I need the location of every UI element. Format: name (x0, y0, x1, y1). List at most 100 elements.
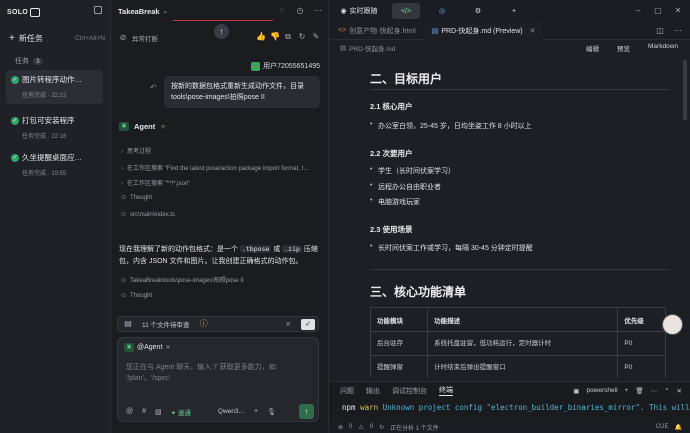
task-status: 任务完成 · 19:55 (22, 171, 67, 177)
file-icon: ⊙ (121, 212, 127, 218)
model-select[interactable]: Qwen3… (218, 408, 245, 415)
check-icon: ✓ (11, 75, 19, 84)
step-file[interactable]: ⊙ src\main\index.ts (121, 211, 326, 218)
task-title: 打包可安装程序 (22, 116, 75, 125)
html-icon: <> (338, 27, 347, 34)
encoding-label[interactable]: CUE (656, 424, 669, 431)
step-search[interactable]: › 在工作区搜索 "Find the latest pose/action pac… (121, 163, 326, 172)
warning-icon[interactable]: ⚠ (358, 424, 363, 431)
task-item[interactable]: ✓ 久坐提醒桌面应… 任务完成 · 19:55 (6, 148, 103, 182)
step-search[interactable]: › 在工作区搜索 "**/*.json" (121, 178, 326, 187)
terminal-panel: 问题 输出 调试控制台 终端 ▣ powershell + 🗑 ⋯ ⌃ ✕ np… (330, 381, 690, 421)
tab-prd-preview[interactable]: ▤ PRD-快起身.md (Preview) ✕ (423, 21, 544, 40)
more-icon[interactable]: ⋯ (651, 387, 658, 395)
terminal-output[interactable]: npm warn Unknown project config "electro… (330, 403, 690, 412)
task-item[interactable]: ✓ 图片转程序动作… 任务完成 · 22:22 (6, 70, 103, 104)
user-line: 用户72055651495 (251, 61, 320, 71)
undo-icon[interactable]: ↶ (150, 83, 157, 92)
step-path[interactable]: ⊙ TakeaBreak\tools\pose-images\拍照pose II (121, 275, 326, 284)
interrupted-row: ⊘ 异常打断 (119, 33, 158, 44)
chat-input[interactable]: ▣ @Agent ✕ 您正在与 Agent 聊天，输入 '/' 获取更多能力，如… (117, 337, 319, 422)
close-icon[interactable]: ✕ (286, 320, 291, 328)
edit-icon[interactable]: ✎ (312, 33, 320, 41)
agent-icon: ▣ (119, 122, 129, 131)
error-count: 0 (349, 424, 353, 430)
code-view-button[interactable]: </> (392, 3, 420, 19)
retry-icon[interactable]: ↻ (298, 33, 306, 41)
pending-review-bar[interactable]: ▤ 11 个文件待审查 ⓘ ✕ ✓ (117, 316, 319, 332)
editor-panel: ◉ 实时跟随 </> ◎ ⚙ + – ▢ ✕ <> 创意产物·快起身.html ▤ P… (330, 0, 690, 433)
status-bar: ⊗ 0 ⚠ 0 ↻ 正在分析 1 个文件 CUE 🔔 (330, 421, 690, 433)
panel-tabs: 问题 输出 调试控制台 终端 ▣ powershell + 🗑 ⋯ ⌃ ✕ (330, 382, 690, 399)
close-icon[interactable]: ✕ (530, 27, 536, 35)
gear-icon[interactable]: ⚙ (464, 3, 492, 19)
step-thinking[interactable]: › 思考过程 (121, 146, 326, 155)
solo-logo: SOLO (7, 6, 41, 18)
chevron-right-icon: › (121, 181, 123, 187)
avatar[interactable] (662, 314, 683, 335)
copy-icon[interactable]: ⧉ (284, 33, 292, 41)
mode-markdown[interactable]: Markdown (648, 43, 678, 53)
sparkle-icon: ✧ (160, 123, 167, 131)
settings-icon[interactable]: ✕ (165, 344, 170, 351)
step-thought[interactable]: ⊙ Thought (121, 292, 326, 299)
more-icon[interactable]: ⋯ (674, 26, 682, 35)
chat-placeholder[interactable]: 您正在与 Agent 聊天，输入 '/' 获取更多能力，如 '/plan'，'/… (126, 362, 311, 384)
history-icon[interactable]: ◷ (296, 7, 304, 15)
sidebar-toggle-icon[interactable] (94, 6, 102, 14)
task-item[interactable]: ✓ 打包可安装程序 任务完成 · 22:16 (6, 111, 103, 145)
chat-icon[interactable]: ◌ (278, 7, 286, 15)
mic-icon[interactable]: 🎙 (267, 408, 276, 416)
new-task-button[interactable]: + 新任务 Ctrl+Alt+N (9, 33, 105, 44)
close-icon[interactable]: ✕ (677, 387, 682, 395)
table-cell: 计时结束后弹出提醒窗口 (427, 355, 619, 378)
maximize-icon[interactable]: ⌃ (664, 387, 669, 395)
minimize-icon[interactable]: – (634, 7, 642, 15)
chevron-down-icon[interactable]: ⌄ (163, 8, 168, 15)
pending-text: 11 个文件待审查 (142, 322, 190, 329)
tab-terminal[interactable]: 终端 (439, 385, 453, 396)
send-button[interactable]: ↑ (299, 404, 314, 419)
table-header: 功能描述 (427, 307, 619, 332)
thumbs-down-icon[interactable]: 👎 (270, 33, 280, 41)
image-icon[interactable]: ▨ (155, 408, 162, 416)
live-follow-button[interactable]: ◉ 实时跟随 (334, 3, 384, 19)
chat-header-actions: ◌ ◷ ⋯ (278, 7, 322, 15)
mode-edit[interactable]: 编辑 (586, 43, 599, 53)
scrollbar[interactable] (683, 60, 687, 120)
heading-features: 三、核心功能清单 (370, 285, 467, 299)
close-icon[interactable]: ✕ (674, 7, 682, 15)
trash-icon[interactable]: 🗑 (635, 387, 643, 395)
error-icon[interactable]: ⊗ (338, 424, 343, 431)
folder-icon: ⊙ (121, 278, 127, 284)
project-title[interactable]: TakeaBreak (118, 7, 160, 16)
at-icon[interactable]: @ (126, 408, 133, 415)
plus-icon[interactable]: + (625, 387, 629, 394)
plus-icon: + (9, 33, 15, 44)
table-header: 功能模块 (369, 307, 429, 332)
mode-preview[interactable]: 预览 (617, 43, 630, 53)
sync-icon: ↻ (379, 424, 385, 431)
plus-icon[interactable]: + (254, 408, 258, 415)
speed-toggle[interactable]: ✦ 速通 (171, 407, 191, 417)
scroll-up-button[interactable]: ↑ (214, 24, 229, 39)
shell-select[interactable]: powershell (586, 387, 617, 394)
bell-icon[interactable]: 🔔 (675, 424, 682, 431)
accept-button[interactable]: ✓ (301, 318, 315, 330)
feature-table: 功能模块 功能描述 优先级 后台驻存 系统托盘驻留，低功耗运行，定时器计时 P0… (369, 307, 666, 378)
tab-debug-console[interactable]: 调试控制台 (392, 386, 427, 396)
add-tab-button[interactable]: + (500, 3, 528, 19)
step-thought[interactable]: ⊙ Thought (121, 194, 326, 201)
maximize-icon[interactable]: ▢ (654, 7, 662, 15)
tab-output[interactable]: 输出 (366, 386, 380, 396)
browser-icon[interactable]: ◎ (428, 3, 456, 19)
agent-header: ▣ Agent ✧ (119, 122, 166, 131)
table-header: 优先级 (617, 307, 666, 332)
thumbs-up-icon[interactable]: 👍 (256, 33, 266, 41)
hash-icon[interactable]: # (142, 408, 146, 415)
split-icon[interactable]: ◫ (656, 26, 664, 35)
tab-problems[interactable]: 问题 (340, 386, 354, 396)
live-icon: ◉ (340, 8, 347, 15)
more-icon[interactable]: ⋯ (314, 7, 322, 15)
tab-html[interactable]: <> 创意产物·快起身.html (330, 22, 424, 40)
